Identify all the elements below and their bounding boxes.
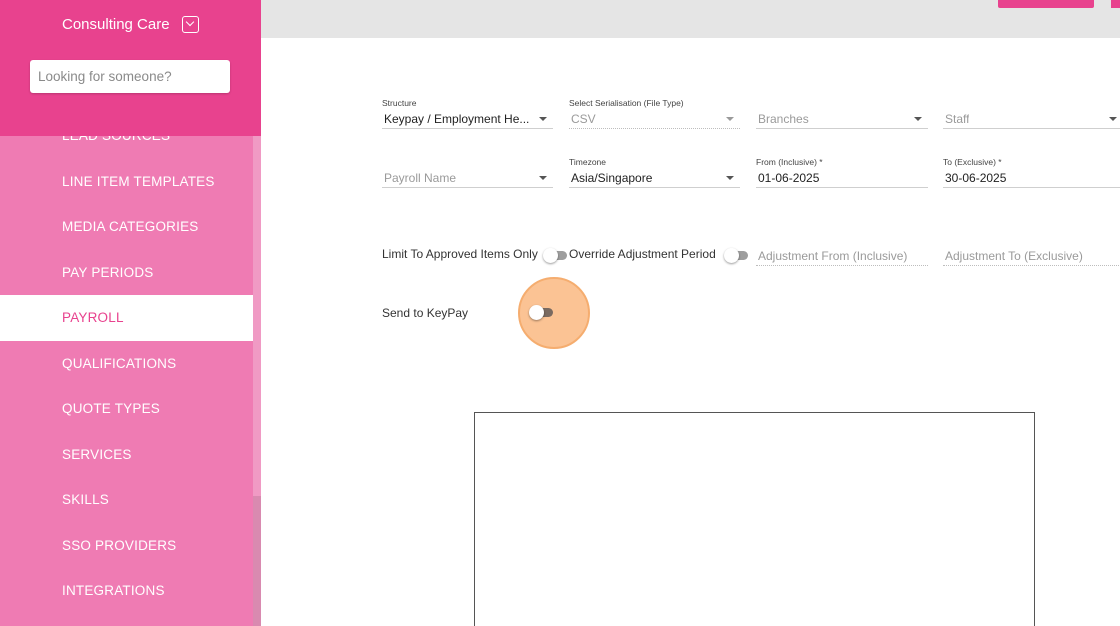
chevron-down-icon <box>539 116 547 121</box>
serialisation-value: CSV <box>571 111 596 126</box>
from-date-field[interactable]: From (Inclusive) * 01-06-2025 <box>756 157 928 188</box>
send-to-keypay-label: Send to KeyPay <box>382 306 469 320</box>
staff-select[interactable]: Staff <box>943 98 1120 129</box>
sidebar-item-quote-types[interactable]: QUOTE TYPES <box>0 386 253 432</box>
sidebar: LEAD SOURCES LINE ITEM TEMPLATES MEDIA C… <box>0 0 261 626</box>
sidebar-item-payroll[interactable]: PAYROLL <box>0 295 253 341</box>
timezone-select[interactable]: Timezone Asia/Singapore <box>569 157 740 188</box>
sidebar-item-label: PAY PERIODS <box>62 264 154 280</box>
sidebar-item-sso-providers[interactable]: SSO PROVIDERS <box>0 523 253 569</box>
limit-approved-toggle[interactable] <box>543 248 571 263</box>
sidebar-item-media-categories[interactable]: MEDIA CATEGORIES <box>0 204 253 250</box>
sidebar-item-services[interactable]: SERVICES <box>0 432 253 478</box>
structure-label: Structure <box>382 98 417 108</box>
send-to-keypay-toggle[interactable] <box>529 305 557 320</box>
adjustment-to-placeholder: Adjustment To (Exclusive) <box>945 248 1083 263</box>
chevron-down-icon[interactable] <box>181 16 199 33</box>
sidebar-item-label: QUOTE TYPES <box>62 401 160 417</box>
serialisation-label: Select Serialisation (File Type) <box>569 98 684 108</box>
to-date-field[interactable]: To (Exclusive) * 30-06-2025 <box>943 157 1120 188</box>
sidebar-header: Consulting Care <box>0 0 261 136</box>
serialisation-select[interactable]: Select Serialisation (File Type) CSV <box>569 98 740 129</box>
sidebar-item-label: LINE ITEM TEMPLATES <box>62 173 215 189</box>
to-date-value: 30-06-2025 <box>945 170 1007 185</box>
app-root: LEAD SOURCES LINE ITEM TEMPLATES MEDIA C… <box>0 0 1120 626</box>
chevron-down-icon <box>726 116 734 121</box>
sidebar-item-label: SSO PROVIDERS <box>62 537 177 553</box>
top-bar <box>261 0 1120 38</box>
brand[interactable]: Consulting Care <box>62 16 199 33</box>
sidebar-item-line-item-templates[interactable]: LINE ITEM TEMPLATES <box>0 159 253 205</box>
sidebar-item-skills[interactable]: SKILLS <box>0 477 253 523</box>
sidebar-item-integrations[interactable]: INTEGRATIONS <box>0 568 253 614</box>
from-date-label: From (Inclusive) * <box>756 157 823 167</box>
sidebar-item-qualifications[interactable]: QUALIFICATIONS <box>0 341 253 387</box>
chevron-down-icon <box>539 175 547 180</box>
adjustment-from-field[interactable]: Adjustment From (Inclusive) <box>756 235 928 266</box>
search-input[interactable] <box>30 60 230 93</box>
branches-placeholder: Branches <box>758 111 809 126</box>
adjustment-to-field[interactable]: Adjustment To (Exclusive) <box>943 235 1120 266</box>
adjustment-from-placeholder: Adjustment From (Inclusive) <box>758 248 908 263</box>
sidebar-item-label: INTEGRATIONS <box>62 583 165 599</box>
timezone-label: Timezone <box>569 157 607 167</box>
sidebar-scrollbar-thumb[interactable] <box>253 496 261 626</box>
from-date-value: 01-06-2025 <box>758 170 820 185</box>
override-adjustment-label: Override Adjustment Period <box>569 247 716 261</box>
staff-placeholder: Staff <box>945 111 970 126</box>
sidebar-item-label: SKILLS <box>62 492 109 508</box>
structure-value: Keypay / Employment He... <box>384 111 530 126</box>
chevron-down-icon <box>914 116 922 121</box>
top-action-button-secondary[interactable] <box>1111 0 1120 8</box>
override-adjustment-toggle[interactable] <box>724 248 752 263</box>
structure-select[interactable]: Structure Keypay / Employment He... <box>382 98 553 129</box>
chevron-down-icon <box>726 175 734 180</box>
payroll-name-select[interactable]: Payroll Name <box>382 157 553 188</box>
sidebar-item-label: PAYROLL <box>62 310 124 326</box>
sidebar-item-label: MEDIA CATEGORIES <box>62 219 199 235</box>
timezone-value: Asia/Singapore <box>571 170 653 185</box>
chevron-down-icon <box>1109 116 1117 121</box>
top-action-button[interactable] <box>998 0 1094 8</box>
preview-panel <box>474 412 1035 626</box>
sidebar-item-label: SERVICES <box>62 446 132 462</box>
payroll-name-placeholder: Payroll Name <box>384 170 457 185</box>
to-date-label: To (Exclusive) * <box>943 157 1002 167</box>
sidebar-item-label: QUALIFICATIONS <box>62 355 177 371</box>
brand-name: Consulting Care <box>62 16 170 33</box>
sidebar-nav: LEAD SOURCES LINE ITEM TEMPLATES MEDIA C… <box>0 113 253 614</box>
sidebar-item-pay-periods[interactable]: PAY PERIODS <box>0 250 253 296</box>
limit-approved-label: Limit To Approved Items Only <box>382 247 538 261</box>
branches-select[interactable]: Branches <box>756 98 928 129</box>
